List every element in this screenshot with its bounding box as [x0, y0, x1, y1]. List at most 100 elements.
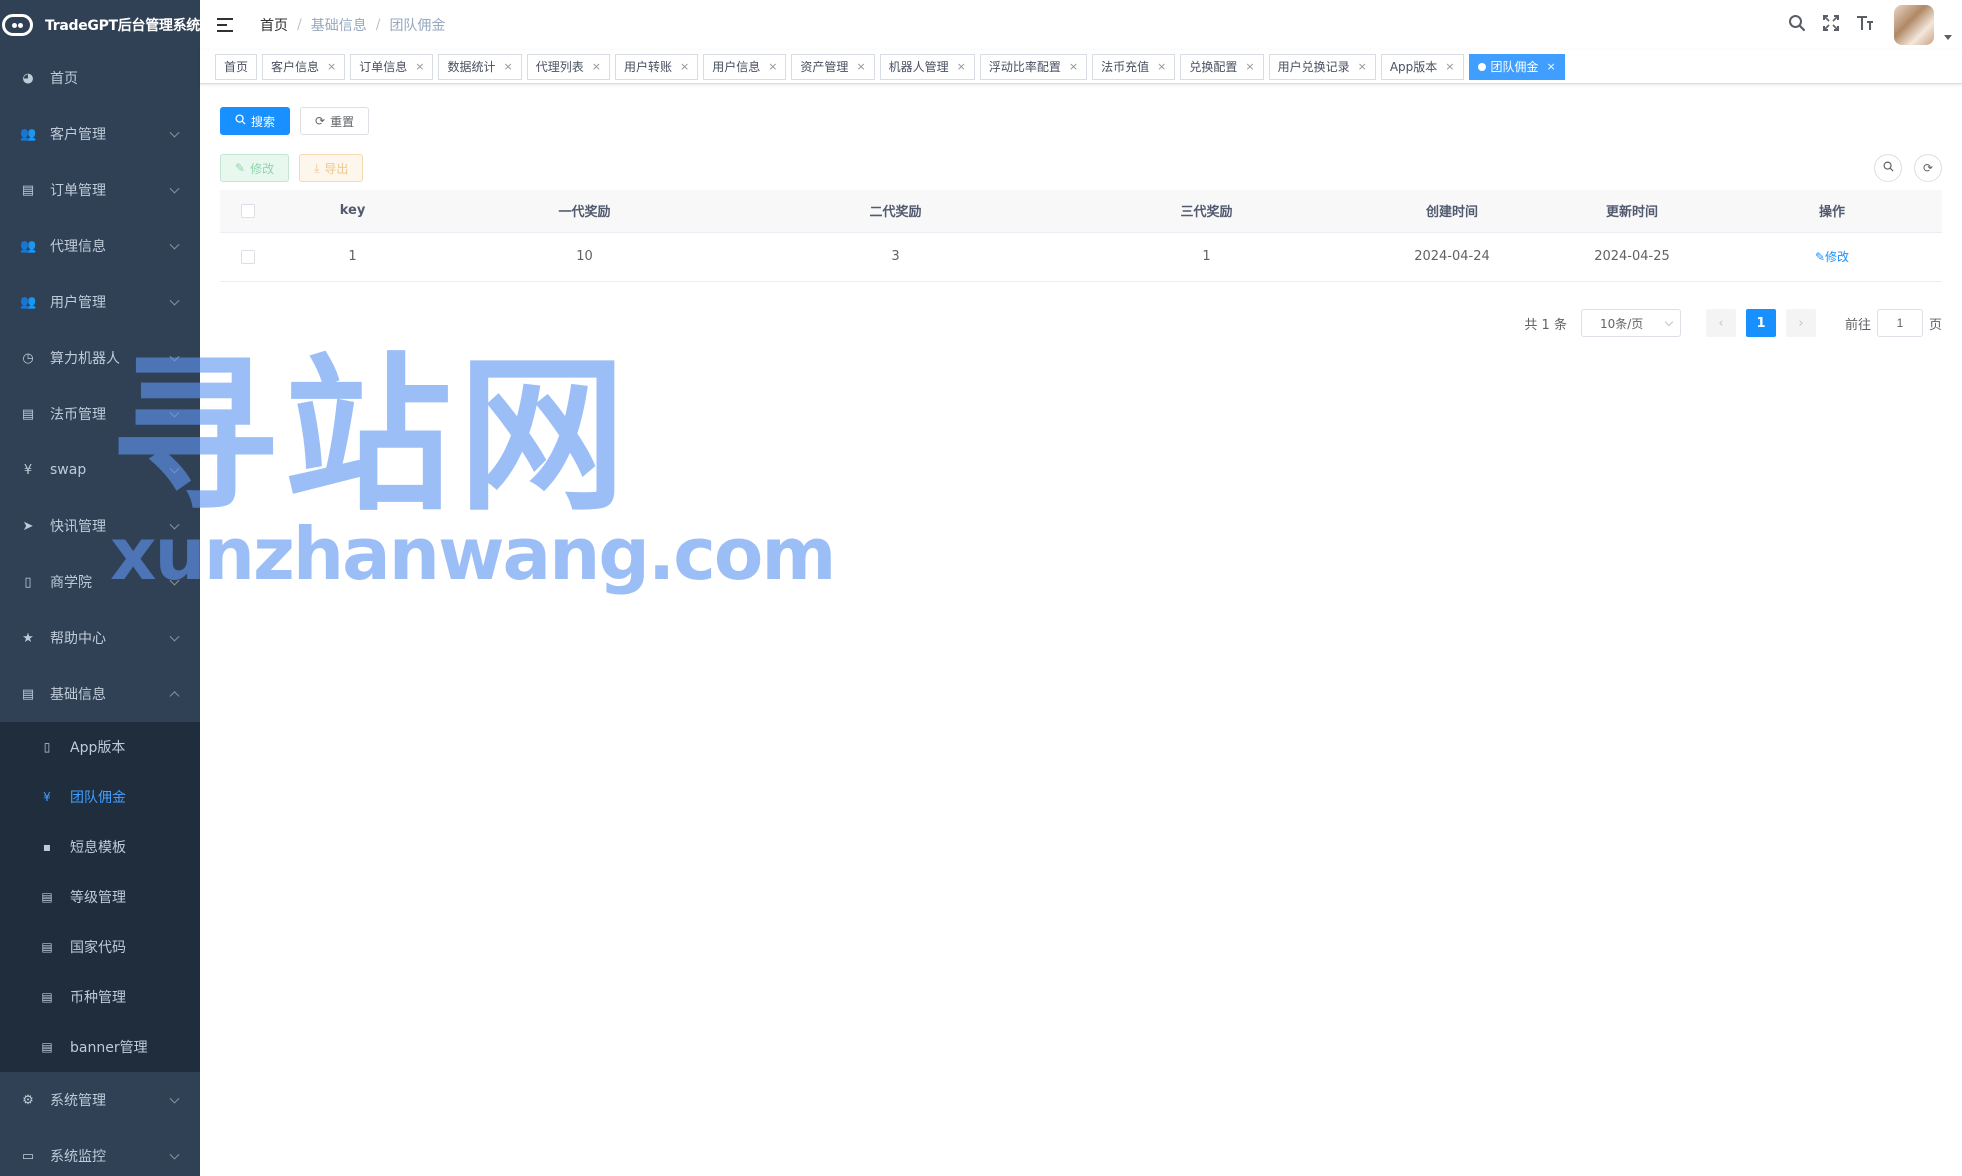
sidebar-subitem[interactable]: ▯ App版本 [0, 722, 200, 772]
hamburger-icon[interactable] [217, 18, 235, 32]
tab-tag[interactable]: 代理列表 × [526, 53, 610, 80]
sidebar-item[interactable]: ▯ 商学院 [0, 554, 200, 610]
sidebar-subitem[interactable]: ▤ banner管理 [0, 1022, 200, 1072]
goto-page: 前往 页 [1845, 309, 1942, 337]
message-icon: ▪ [42, 840, 52, 854]
sidebar-subitem-label: banner管理 [70, 1040, 148, 1056]
fullscreen-icon[interactable] [1814, 13, 1848, 37]
column-header-updated: 更新时间 [1542, 190, 1722, 233]
select-all-checkbox[interactable] [241, 203, 255, 218]
close-icon[interactable]: × [680, 60, 689, 73]
cell-gen2: 3 [740, 232, 1051, 282]
edit-icon: ✎ [235, 161, 246, 175]
sidebar-item-label: 算力机器人 [50, 351, 120, 367]
export-button[interactable]: ⤓ 导出 [299, 154, 364, 182]
close-icon[interactable]: × [1547, 60, 1556, 73]
tab-tag[interactable]: 用户兑换记录 × [1268, 53, 1376, 80]
sidebar-item[interactable]: ◕ 首页 [0, 50, 200, 106]
tab-tag[interactable]: 法币充值 × [1092, 53, 1176, 80]
tab-tag[interactable]: App版本 × [1380, 53, 1464, 80]
close-icon[interactable]: × [768, 60, 777, 73]
sidebar-item[interactable]: 👥 用户管理 [0, 274, 200, 330]
sidebar-item[interactable]: ★ 帮助中心 [0, 610, 200, 666]
chevron-down-icon [169, 183, 180, 194]
sidebar-item[interactable]: ▤ 法币管理 [0, 386, 200, 442]
chevron-down-icon [169, 519, 180, 530]
search-icon [1883, 161, 1894, 175]
search-icon[interactable] [1780, 13, 1814, 37]
tab-tag[interactable]: 客户信息 × [262, 53, 346, 80]
close-icon[interactable]: × [856, 60, 865, 73]
tab-tag-label: 浮动比率配置 [988, 60, 1061, 74]
toggle-search-button[interactable] [1874, 154, 1902, 182]
tab-tag[interactable]: 团队佣金 × [1468, 53, 1565, 80]
sidebar-subitem-label: 国家代码 [70, 940, 126, 956]
sidebar-item-label: 代理信息 [50, 239, 106, 255]
column-header-gen2: 二代奖励 [740, 190, 1051, 233]
tab-tag[interactable]: 兑换配置 × [1180, 53, 1264, 80]
close-icon[interactable]: × [1358, 60, 1367, 73]
tab-tag[interactable]: 数据统计 × [438, 53, 522, 80]
close-icon[interactable]: × [1445, 60, 1454, 73]
sidebar-subitem[interactable]: ▤ 国家代码 [0, 922, 200, 972]
header-right [1780, 0, 1962, 50]
edit-button[interactable]: ✎ 修改 [220, 154, 290, 182]
close-icon[interactable]: × [1069, 60, 1078, 73]
sidebar-subitem[interactable]: ▤ 等级管理 [0, 872, 200, 922]
download-icon: ⤓ [314, 160, 320, 175]
row-checkbox[interactable] [241, 249, 255, 264]
column-header-created: 创建时间 [1362, 190, 1542, 233]
document-icon: ▤ [21, 182, 35, 198]
cell-created: 2024-04-24 [1362, 232, 1542, 282]
tab-tag[interactable]: 浮动比率配置 × [979, 53, 1088, 80]
row-edit-link[interactable]: ✎修改 [1815, 250, 1849, 264]
sidebar-item[interactable]: ▤ 订单管理 [0, 162, 200, 218]
close-icon[interactable]: × [327, 60, 336, 73]
sidebar-item[interactable]: ▭ 系统监控 [0, 1128, 200, 1176]
close-icon[interactable]: × [592, 60, 601, 73]
user-avatar[interactable] [1894, 5, 1952, 45]
next-page-button[interactable]: › [1785, 309, 1816, 337]
page-size-select[interactable]: 10条/页 [1580, 309, 1681, 337]
close-icon[interactable]: × [1245, 60, 1254, 73]
logo-icon [2, 14, 34, 36]
sidebar-subitem[interactable]: ¥ 团队佣金 [0, 772, 200, 822]
breadcrumb-home[interactable]: 首页 [260, 15, 288, 35]
sidebar-item[interactable]: ⚙ 系统管理 [0, 1072, 200, 1128]
close-icon[interactable]: × [415, 60, 424, 73]
star-icon: ★ [22, 630, 34, 646]
reset-button[interactable]: ⟳ 重置 [300, 107, 370, 135]
sidebar-item[interactable]: ¥ swap [0, 442, 200, 498]
refresh-button[interactable]: ⟳ [1914, 154, 1942, 182]
tab-tag[interactable]: 订单信息 × [350, 53, 434, 80]
logo[interactable]: TradeGPT后台管理系统 [0, 0, 200, 50]
yen-icon: ¥ [23, 462, 33, 478]
goto-page-input[interactable] [1876, 309, 1923, 337]
tab-tag[interactable]: 资产管理 × [791, 53, 875, 80]
close-icon[interactable]: × [504, 60, 513, 73]
page-number[interactable]: 1 [1745, 309, 1776, 337]
font-size-icon[interactable] [1848, 13, 1882, 37]
search-button[interactable]: 搜索 [220, 107, 291, 135]
column-header-gen3: 三代奖励 [1050, 190, 1362, 233]
document-icon: ▤ [41, 890, 53, 904]
chevron-down-icon [169, 1093, 180, 1104]
prev-page-button[interactable]: ‹ [1705, 309, 1736, 337]
close-icon[interactable]: × [957, 60, 966, 73]
sidebar-item[interactable]: ◷ 算力机器人 [0, 330, 200, 386]
commission-table: key 一代奖励 二代奖励 三代奖励 创建时间 更新时间 操作 1 10 3 1… [220, 190, 1942, 282]
sidebar-subitem[interactable]: ▪ 短息模板 [0, 822, 200, 872]
sidebar-item[interactable]: 👥 代理信息 [0, 218, 200, 274]
tab-tag[interactable]: 用户信息 × [703, 53, 787, 80]
tab-tag[interactable]: 用户转账 × [614, 53, 699, 80]
app-title: TradeGPT后台管理系统 [45, 18, 200, 34]
sidebar-item-label: 首页 [50, 71, 78, 87]
sidebar-item[interactable]: 👥 客户管理 [0, 106, 200, 162]
edit-button-label: 修改 [250, 161, 275, 176]
sidebar-subitem[interactable]: ▤ 币种管理 [0, 972, 200, 1022]
close-icon[interactable]: × [1157, 60, 1166, 73]
sidebar-item[interactable]: ▤ 基础信息 [0, 666, 200, 722]
tab-tag[interactable]: 首页 [215, 53, 258, 80]
tab-tag[interactable]: 机器人管理 × [879, 53, 975, 80]
sidebar-item[interactable]: ➤ 快讯管理 [0, 498, 200, 554]
